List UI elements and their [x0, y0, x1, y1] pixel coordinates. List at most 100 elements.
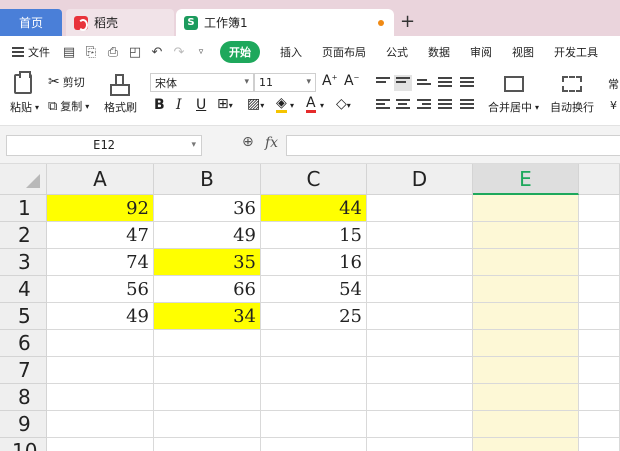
- tab-review[interactable]: 审阅: [470, 44, 492, 60]
- cell-a3[interactable]: 74: [47, 249, 154, 276]
- merge-center-icon[interactable]: [504, 76, 524, 92]
- chevron-down-icon[interactable]: ▾: [320, 101, 324, 110]
- currency-button[interactable]: ¥: [610, 99, 617, 112]
- tab-view[interactable]: 视图: [512, 44, 534, 60]
- cell-b9[interactable]: [154, 411, 261, 438]
- column-header-e[interactable]: E: [473, 164, 579, 195]
- cell-d2[interactable]: [367, 222, 473, 249]
- format-painter-button[interactable]: 格式刷: [104, 99, 137, 115]
- column-header-b[interactable]: B: [154, 164, 261, 195]
- tab-start[interactable]: 开始: [220, 41, 260, 63]
- cell-d6[interactable]: [367, 330, 473, 357]
- tab-home[interactable]: 首页: [0, 9, 62, 36]
- row-header-7[interactable]: 7: [0, 357, 47, 384]
- cell-overflow[interactable]: [579, 384, 620, 411]
- cell-a10[interactable]: [47, 438, 154, 451]
- underline-icon[interactable]: U: [196, 97, 206, 113]
- cell-overflow[interactable]: [579, 357, 620, 384]
- tab-formulas[interactable]: 公式: [386, 44, 408, 60]
- cell-e9[interactable]: [473, 411, 579, 438]
- cell-b10[interactable]: [154, 438, 261, 451]
- cell-overflow[interactable]: [579, 438, 620, 451]
- cell-c1[interactable]: 44: [261, 195, 367, 222]
- cell-d4[interactable]: [367, 276, 473, 303]
- row-header-4[interactable]: 4: [0, 276, 47, 303]
- align-top-icon[interactable]: [376, 77, 390, 89]
- cell-c5[interactable]: 25: [261, 303, 367, 330]
- select-all-corner[interactable]: [0, 164, 47, 195]
- cell-a8[interactable]: [47, 384, 154, 411]
- cell-b4[interactable]: 66: [154, 276, 261, 303]
- row-header-2[interactable]: 2: [0, 222, 47, 249]
- cell-b3[interactable]: 35: [154, 249, 261, 276]
- cell-c3[interactable]: 16: [261, 249, 367, 276]
- cell-a6[interactable]: [47, 330, 154, 357]
- cell-c4[interactable]: 54: [261, 276, 367, 303]
- export-icon[interactable]: ⎘: [84, 45, 98, 60]
- file-menu[interactable]: 文件: [12, 44, 50, 60]
- cell-overflow[interactable]: [579, 330, 620, 357]
- row-header-8[interactable]: 8: [0, 384, 47, 411]
- cell-e3[interactable]: [473, 249, 579, 276]
- function-icon[interactable]: fx: [265, 135, 278, 151]
- cell-c8[interactable]: [261, 384, 367, 411]
- chevron-down-icon[interactable]: ▿: [194, 47, 208, 57]
- tab-developer[interactable]: 开发工具: [554, 44, 598, 60]
- tab-page-layout[interactable]: 页面布局: [322, 44, 366, 60]
- tab-workbook[interactable]: S 工作簿1: [176, 9, 394, 36]
- print-icon[interactable]: ⎙: [106, 45, 120, 60]
- cell-e7[interactable]: [473, 357, 579, 384]
- cell-e2[interactable]: [473, 222, 579, 249]
- formula-input[interactable]: [286, 135, 620, 156]
- tab-shell[interactable]: 稻壳: [66, 9, 174, 36]
- chevron-down-icon[interactable]: ▾: [290, 101, 294, 110]
- cell-c9[interactable]: [261, 411, 367, 438]
- cell-e8[interactable]: [473, 384, 579, 411]
- wrap-text-button[interactable]: 自动换行: [550, 99, 594, 115]
- italic-icon[interactable]: I: [176, 97, 182, 113]
- font-name-select[interactable]: 宋体 ▾: [150, 73, 254, 92]
- column-header-d[interactable]: D: [367, 164, 473, 195]
- bold-icon[interactable]: B: [154, 97, 165, 113]
- row-header-6[interactable]: 6: [0, 330, 47, 357]
- cell-a5[interactable]: 49: [47, 303, 154, 330]
- cell-d7[interactable]: [367, 357, 473, 384]
- cell-c10[interactable]: [261, 438, 367, 451]
- fill-color-icon[interactable]: ◈: [276, 96, 287, 113]
- align-bottom-icon[interactable]: [417, 79, 431, 91]
- row-header-3[interactable]: 3: [0, 249, 47, 276]
- name-box[interactable]: E12 ▾: [6, 135, 202, 156]
- number-format-select[interactable]: 常: [608, 76, 619, 92]
- redo-icon[interactable]: ↷: [172, 45, 186, 60]
- indent-increase-icon[interactable]: [460, 77, 474, 89]
- align-justify-icon[interactable]: [438, 99, 452, 111]
- tab-data[interactable]: 数据: [428, 44, 450, 60]
- increase-font-icon[interactable]: A+: [322, 73, 337, 89]
- cell-a9[interactable]: [47, 411, 154, 438]
- column-header-c[interactable]: C: [261, 164, 367, 195]
- cell-e10[interactable]: [473, 438, 579, 451]
- merge-center-button[interactable]: 合并居中 ▾: [488, 99, 539, 115]
- cell-a4[interactable]: 56: [47, 276, 154, 303]
- column-header-overflow[interactable]: [579, 164, 620, 195]
- print-preview-icon[interactable]: ◰: [128, 45, 142, 60]
- paste-icon[interactable]: [14, 71, 32, 94]
- new-tab-button[interactable]: +: [400, 11, 415, 33]
- wrap-text-icon[interactable]: [562, 76, 582, 92]
- cell-e6[interactable]: [473, 330, 579, 357]
- cell-a2[interactable]: 47: [47, 222, 154, 249]
- row-header-9[interactable]: 9: [0, 411, 47, 438]
- cell-e4[interactable]: [473, 276, 579, 303]
- cell-overflow[interactable]: [579, 222, 620, 249]
- cell-b2[interactable]: 49: [154, 222, 261, 249]
- cell-overflow[interactable]: [579, 303, 620, 330]
- cell-d5[interactable]: [367, 303, 473, 330]
- align-right-icon[interactable]: [417, 99, 431, 111]
- cell-b5[interactable]: 34: [154, 303, 261, 330]
- cell-c6[interactable]: [261, 330, 367, 357]
- paste-button[interactable]: 粘贴 ▾: [10, 99, 39, 115]
- align-middle-icon[interactable]: [394, 75, 412, 91]
- cell-e5[interactable]: [473, 303, 579, 330]
- cut-button[interactable]: ✂ 剪切: [48, 74, 85, 90]
- cell-c2[interactable]: 15: [261, 222, 367, 249]
